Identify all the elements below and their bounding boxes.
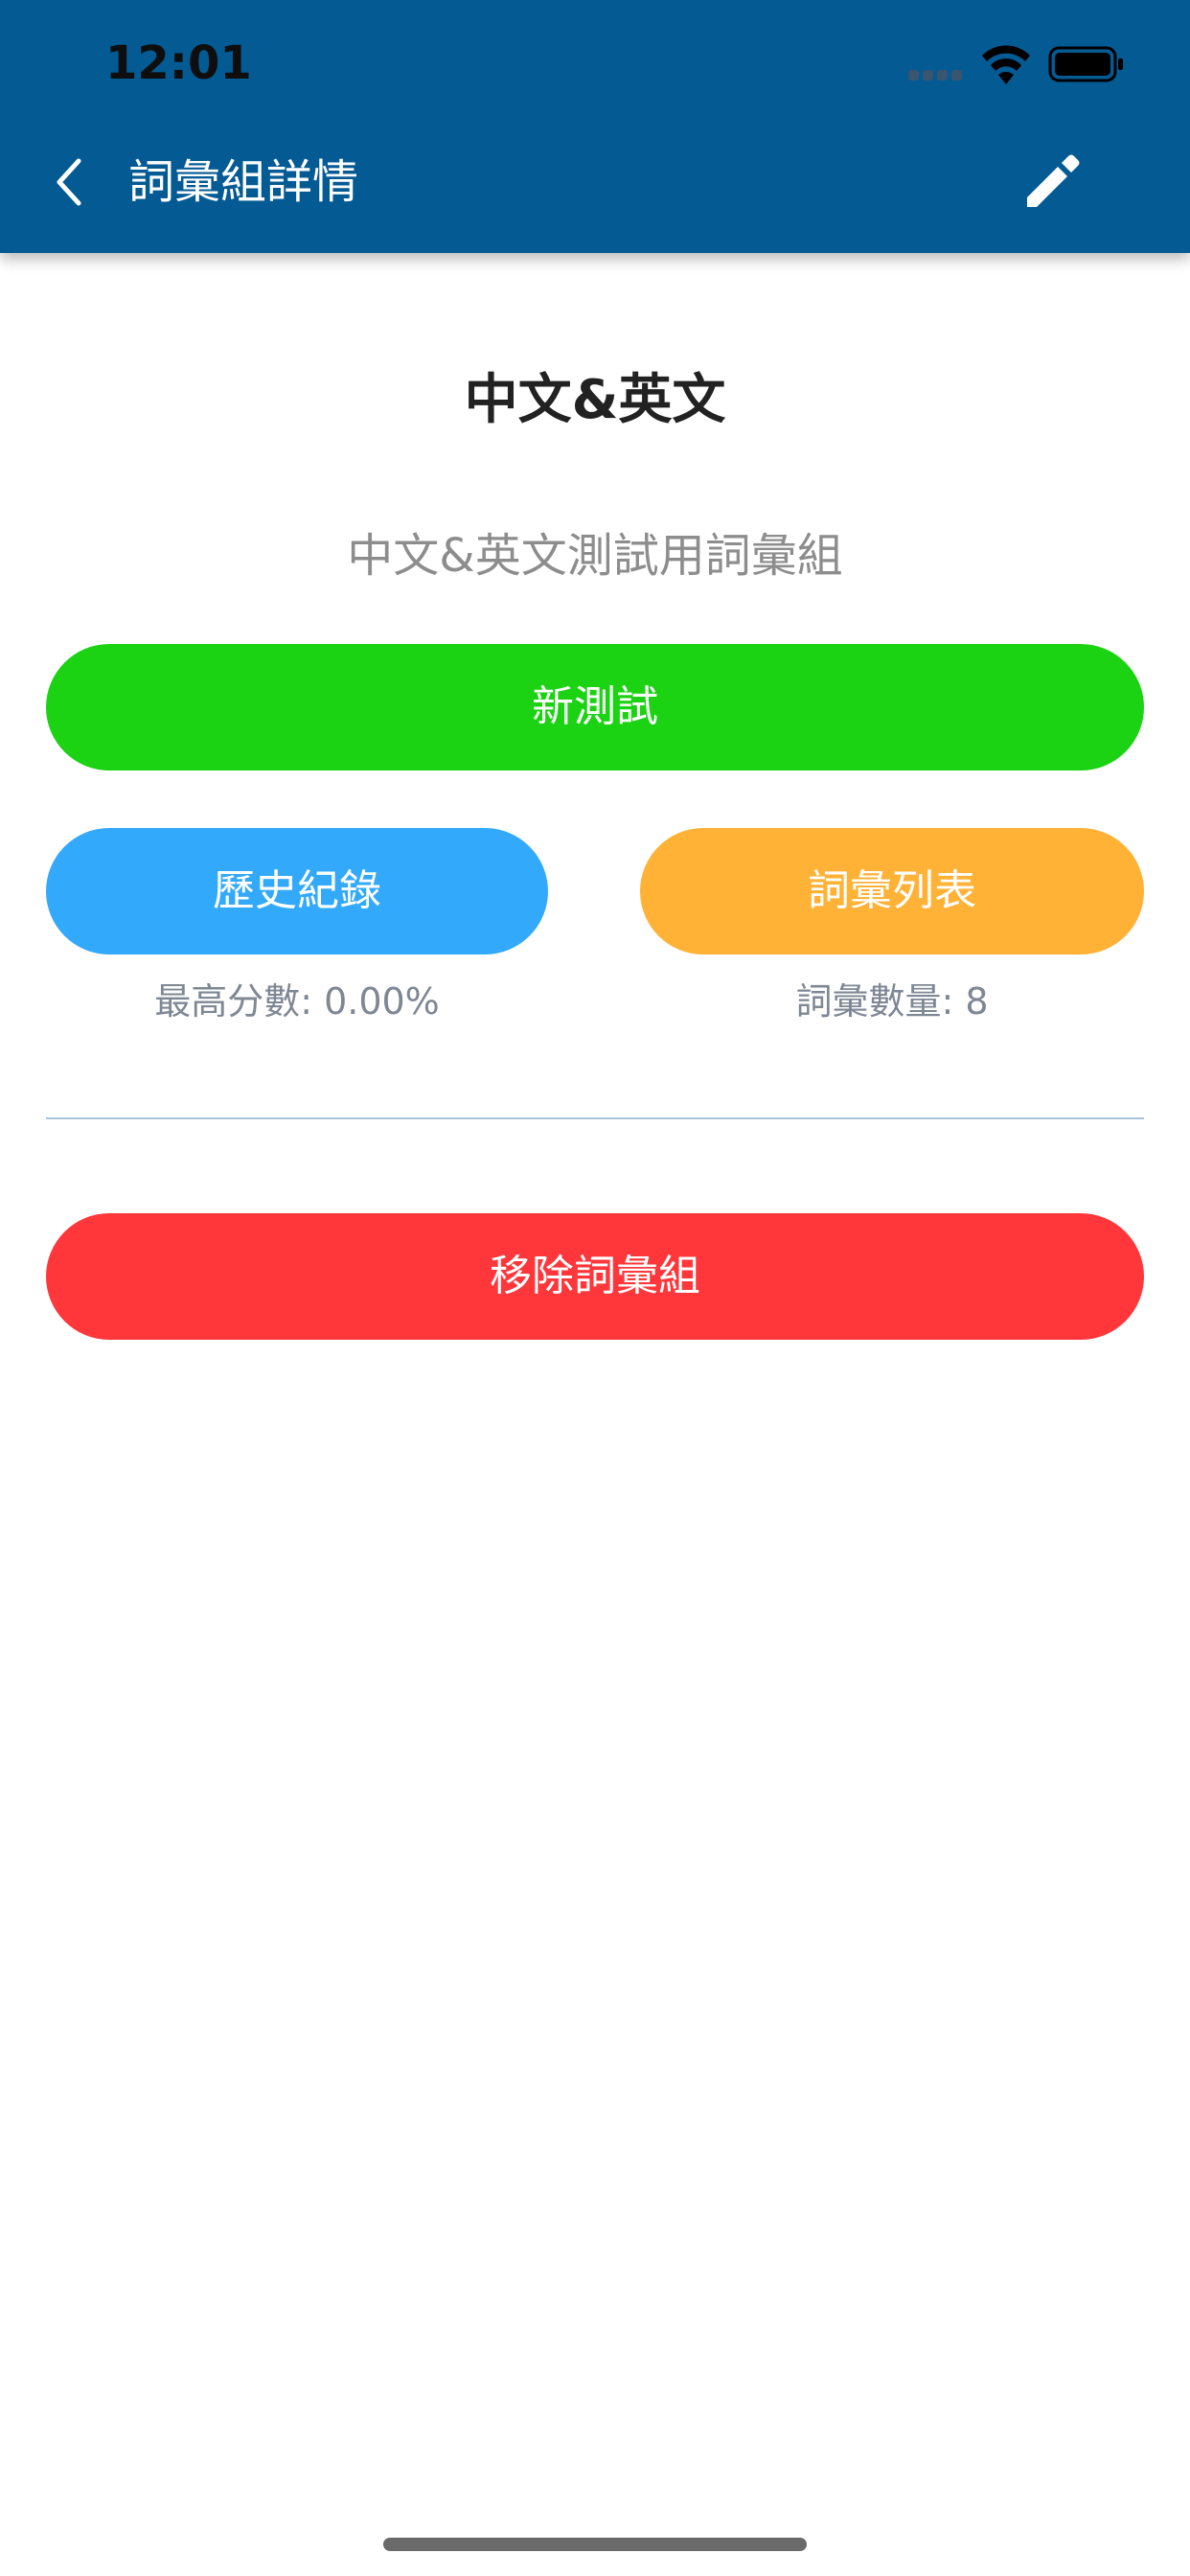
home-indicator[interactable]: [383, 2538, 807, 2551]
new-test-button[interactable]: 新測試: [46, 644, 1144, 770]
wifi-icon: [982, 45, 1030, 84]
word-count-text: 詞彙數量: 8: [795, 980, 989, 1023]
wordset-description: 中文&英文測試用詞彙組: [347, 529, 843, 583]
status-time: 12:01: [105, 36, 252, 90]
status-icons: [908, 42, 1129, 86]
divider: [46, 1117, 1144, 1119]
best-score-text: 最高分數: 0.00%: [154, 980, 440, 1023]
battery-icon: [1048, 46, 1123, 82]
page-title: 詞彙組詳情: [128, 155, 359, 209]
navigation-bar: 詞彙組詳情: [0, 142, 1190, 228]
remove-wordset-button[interactable]: 移除詞彙組: [46, 1213, 1144, 1340]
wordset-title: 中文&英文: [464, 369, 726, 431]
cellular-signal-icon: [908, 69, 964, 80]
chevron-left-icon[interactable]: [48, 153, 90, 211]
history-button[interactable]: 歷史紀錄: [46, 828, 548, 954]
pencil-icon[interactable]: [1019, 150, 1085, 215]
word-list-button[interactable]: 詞彙列表: [640, 828, 1144, 954]
app-header: 12:01 詞彙組詳情: [0, 0, 1190, 253]
